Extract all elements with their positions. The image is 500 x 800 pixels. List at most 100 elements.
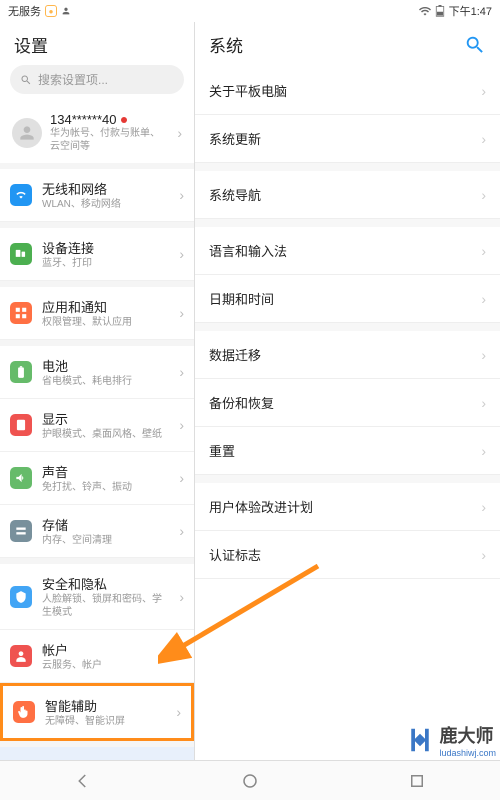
right-item-label: 数据迁移	[209, 345, 261, 364]
sidebar-item-apps[interactable]: 应用和通知权限管理、默认应用 ›	[0, 281, 194, 340]
nav-recent-icon[interactable]	[408, 772, 426, 790]
item-title: 设备连接	[42, 238, 169, 257]
right-item-label: 重置	[209, 441, 235, 460]
chevron-right-icon: ›	[179, 364, 184, 380]
apps-icon	[10, 302, 32, 324]
sidebar-item-sound[interactable]: 声音免打扰、铃声、振动 ›	[0, 452, 194, 505]
chevron-right-icon: ›	[481, 443, 486, 459]
right-item-label: 备份和恢复	[209, 393, 274, 412]
settings-left-pane: 设置 搜索设置项... 134******40 华为帐号、付款与账单、云空间等 …	[0, 22, 195, 760]
system-item[interactable]: 系统更新 ›	[195, 115, 500, 163]
chevron-right-icon: ›	[481, 131, 486, 147]
right-item-label: 语言和输入法	[209, 241, 287, 260]
item-sub: 权限管理、默认应用	[42, 316, 169, 329]
time-label: 下午1:47	[449, 3, 492, 19]
chevron-right-icon: ›	[179, 305, 184, 321]
wifi-icon	[10, 184, 32, 206]
sidebar-item-devices[interactable]: 设备连接蓝牙、打印 ›	[0, 222, 194, 281]
item-sub: 人脸解锁、锁屏和密码、学生模式	[42, 593, 169, 619]
chevron-right-icon: ›	[481, 547, 486, 563]
right-item-label: 关于平板电脑	[209, 81, 287, 100]
left-header: 设置	[0, 22, 194, 65]
right-item-label: 系统更新	[209, 129, 261, 148]
watermark: 鹿大师 ludashiwj.com	[405, 722, 496, 758]
system-item[interactable]: 备份和恢复 ›	[195, 379, 500, 427]
chevron-right-icon: ›	[179, 470, 184, 486]
chevron-right-icon: ›	[179, 187, 184, 203]
item-title: 安全和隐私	[42, 574, 169, 593]
hand-icon	[13, 701, 35, 723]
right-title: 系统	[209, 32, 243, 57]
account-row[interactable]: 134******40 华为帐号、付款与账单、云空间等 ›	[0, 102, 194, 169]
system-item[interactable]: 数据迁移 ›	[195, 323, 500, 379]
system-item[interactable]: 重置 ›	[195, 427, 500, 475]
sidebar-item-storage[interactable]: 存储内存、空间清理 ›	[0, 505, 194, 558]
display-icon	[10, 414, 32, 436]
sidebar-item-security[interactable]: 安全和隐私人脸解锁、锁屏和密码、学生模式 ›	[0, 558, 194, 630]
nav-home-icon[interactable]	[241, 772, 259, 790]
sidebar-item-battery[interactable]: 电池省电模式、耗电排行 ›	[0, 340, 194, 399]
chevron-right-icon: ›	[481, 499, 486, 515]
item-title: 帐户	[42, 640, 169, 659]
right-item-label: 系统导航	[209, 185, 261, 204]
system-item[interactable]: 关于平板电脑 ›	[195, 67, 500, 115]
person-icon	[61, 6, 71, 16]
item-sub: 云服务、帐户	[42, 659, 169, 672]
system-item[interactable]: 语言和输入法›	[195, 219, 500, 275]
item-sub: 内存、空间清理	[42, 534, 169, 547]
right-item-label: 认证标志	[209, 545, 261, 564]
item-title: 存储	[42, 515, 169, 534]
notification-dot-icon	[121, 117, 127, 123]
item-sub: 护眼模式、桌面风格、壁纸	[42, 428, 169, 441]
system-item[interactable]: 日期和时间 ›	[195, 275, 500, 323]
right-item-label: 日期和时间	[209, 289, 274, 308]
message-badge-icon: ●	[45, 5, 57, 17]
search-input[interactable]: 搜索设置项...	[10, 65, 184, 94]
chevron-right-icon: ›	[481, 347, 486, 363]
chevron-right-icon: ›	[481, 187, 486, 203]
account-sub: 华为帐号、付款与账单、云空间等	[50, 127, 169, 153]
chevron-right-icon: ›	[481, 291, 486, 307]
item-sub: 蓝牙、打印	[42, 257, 169, 270]
page-title: 设置	[14, 32, 48, 57]
system-item[interactable]: 用户体验改进计划›	[195, 475, 500, 531]
chevron-right-icon: ›	[481, 395, 486, 411]
right-header: 系统	[195, 22, 500, 67]
sidebar-item-display[interactable]: 显示护眼模式、桌面风格、壁纸›	[0, 399, 194, 452]
system-item[interactable]: 认证标志 ›	[195, 531, 500, 579]
sidebar-item-wifi[interactable]: 无线和网络WLAN、移动网络›	[0, 169, 194, 222]
item-title: 电池	[42, 356, 169, 375]
chevron-right-icon: ›	[177, 125, 182, 141]
chevron-right-icon: ›	[179, 246, 184, 262]
battery-icon	[10, 361, 32, 383]
item-title: 智能辅助	[45, 696, 166, 715]
battery-icon	[435, 5, 445, 17]
account-icon	[10, 645, 32, 667]
item-title: 应用和通知	[42, 297, 169, 316]
item-sub: 无障碍、智能识屏	[45, 715, 166, 728]
system-item[interactable]: 系统导航 ›	[195, 163, 500, 219]
item-title: 无线和网络	[42, 179, 169, 198]
sidebar-item-account[interactable]: 帐户云服务、帐户›	[0, 630, 194, 683]
sidebar-item-system[interactable]: 系统系统导航、系统更新、关于平板、语言和输入法›	[0, 741, 194, 760]
sound-icon	[10, 467, 32, 489]
watermark-text: 鹿大师	[439, 722, 496, 748]
status-bar: 无服务 ● 下午1:47	[0, 0, 500, 22]
chevron-right-icon: ›	[176, 704, 181, 720]
system-right-pane: 系统 关于平板电脑›系统更新›系统导航›语言和输入法›日期和时间›数据迁移›备份…	[195, 22, 500, 760]
devices-icon	[10, 243, 32, 265]
wifi-icon	[419, 6, 431, 16]
search-icon[interactable]	[464, 34, 486, 56]
chevron-right-icon: ›	[481, 83, 486, 99]
chevron-right-icon: ›	[179, 523, 184, 539]
nav-back-icon[interactable]	[74, 772, 92, 790]
item-sub: 免打扰、铃声、振动	[42, 481, 169, 494]
chevron-right-icon: ›	[179, 417, 184, 433]
item-sub: 省电模式、耗电排行	[42, 375, 169, 388]
sidebar-item-hand[interactable]: 智能辅助无障碍、智能识屏 ›	[0, 683, 194, 741]
item-title: 声音	[42, 462, 169, 481]
nav-bar	[0, 760, 500, 800]
search-icon	[20, 74, 32, 86]
search-placeholder: 搜索设置项...	[38, 71, 108, 88]
chevron-right-icon: ›	[179, 589, 184, 605]
